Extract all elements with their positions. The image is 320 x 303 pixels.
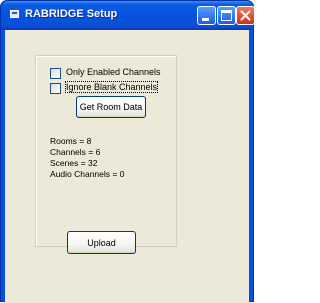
setup-window: RABRIDGE Setup Only Enabled Channels Ign… [0, 0, 255, 303]
window-title: RABRIDGE Setup [25, 8, 118, 20]
scenes-count: Scenes = 32 [50, 158, 98, 168]
only-enabled-channels-checkbox[interactable] [50, 68, 61, 79]
ignore-blank-channels-checkbox[interactable] [50, 83, 61, 94]
channels-count: Channels = 6 [50, 147, 101, 157]
title-bar[interactable]: RABRIDGE Setup [1, 1, 255, 30]
only-enabled-channels-label[interactable]: Only Enabled Channels [66, 67, 161, 77]
app-window-icon[interactable] [10, 10, 19, 18]
options-frame: Only Enabled Channels Ignore Blank Chann… [35, 55, 177, 247]
upload-button[interactable]: Upload [67, 231, 136, 254]
close-button[interactable] [236, 6, 255, 25]
maximize-button[interactable] [217, 6, 236, 25]
minimize-button[interactable] [197, 6, 216, 25]
audio-channels-count: Audio Channels = 0 [50, 169, 125, 179]
client-area: Only Enabled Channels Ignore Blank Chann… [5, 30, 249, 303]
close-icon [240, 10, 251, 21]
get-room-data-button[interactable]: Get Room Data [76, 96, 146, 118]
rooms-count: Rooms = 8 [50, 136, 92, 146]
ignore-blank-channels-label[interactable]: Ignore Blank Channels [64, 81, 159, 93]
